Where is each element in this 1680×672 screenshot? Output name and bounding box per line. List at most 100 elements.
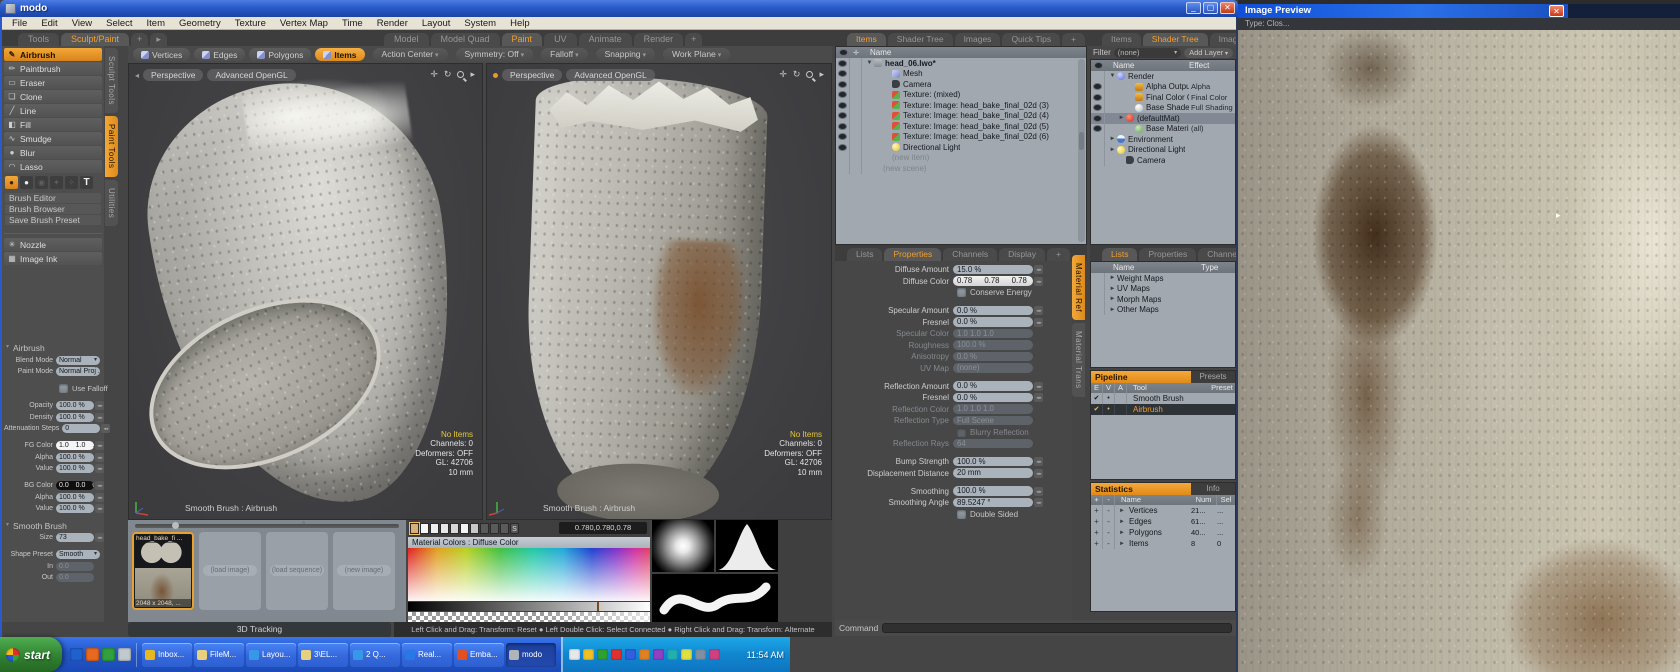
tool-nozzle[interactable]: Nozzle [4,238,102,251]
image-slot[interactable]: (new image) [333,532,395,610]
tab-display[interactable]: Display [999,248,1045,261]
rotate-icon[interactable]: ↻ [444,69,452,80]
item-row-texture-image-head-bake-final-02d-4[interactable]: Texture: Image: head_bake_final_02d (4) [836,111,1086,122]
field-specular-amount[interactable]: 0.0 % [953,306,1033,316]
item-row-head-06-lwo[interactable]: ▼head_06.lwo* [836,58,1086,69]
field-roughness[interactable]: 100.0 % [953,340,1033,350]
tool-fill[interactable]: Fill [4,118,102,131]
item-row-directional-light[interactable]: Directional Light [836,142,1086,153]
add-layer-button[interactable]: Add Layer [1184,48,1233,58]
menu-view[interactable]: View [65,18,99,29]
color-swatch[interactable] [500,523,509,534]
tool-lasso[interactable]: Lasso [4,160,102,173]
color-swatch[interactable] [440,523,449,534]
pipeline-row-smooth-brush[interactable]: ✔•Smooth Brush [1091,393,1235,404]
zoom-icon[interactable] [457,71,464,78]
expander-icon[interactable]: ▼ [1108,73,1117,79]
item-row-new-scene[interactable]: (new scene) [836,163,1086,174]
quick-launch-icon[interactable] [86,648,99,661]
viewport-projection[interactable]: Perspective [502,69,562,81]
field-attenuation-steps[interactable]: 0 [62,424,100,433]
tab-shader-tree[interactable]: Shader Tree [888,33,953,46]
tab-tools[interactable]: Tools [18,33,59,46]
tab-lists[interactable]: Lists [847,248,882,261]
thumbnail-size-slider[interactable] [135,524,399,528]
image-slot[interactable]: (load sequence) [266,532,328,610]
shader-row-base-shader[interactable]: Base ShaderFull Shading [1091,103,1235,114]
expander-icon[interactable]: ► [1115,519,1129,525]
field-bump-strength[interactable]: 100.0 % [953,457,1033,467]
brush-tip-round-icon[interactable] [20,176,33,189]
brush-tip-star2-icon[interactable] [65,176,78,189]
task-modo[interactable]: modo [506,643,556,667]
stone-mesh[interactable] [521,74,768,518]
preview-expand-icon[interactable] [1556,210,1561,221]
texture-preview-image[interactable] [1238,30,1680,672]
tab-model[interactable]: Model [384,33,429,46]
list-row-morph-maps[interactable]: ►Morph Maps [1091,294,1235,305]
field-smoothing-angle[interactable]: 89.5247 ° [953,498,1033,508]
menu-time[interactable]: Time [335,18,370,29]
swatch-store-button[interactable]: S [510,523,519,534]
remove-selection-button[interactable]: - [1103,505,1115,516]
visibility-eye-icon[interactable] [839,82,846,87]
tray-icon[interactable] [597,649,608,660]
stepper-attenuation-steps[interactable] [101,424,110,433]
field-diffuse-amount[interactable]: 15.0 % [953,265,1033,275]
field-displacement-distance[interactable]: 20 mm [953,468,1033,478]
color-swatch[interactable] [430,523,439,534]
visibility-eye-icon[interactable] [839,103,846,108]
field-fresnel[interactable]: 0.0 % [953,393,1033,403]
tab-items[interactable]: Items [1102,33,1141,46]
viewport-projection[interactable]: Perspective [143,69,203,81]
quick-launch-icon[interactable] [118,648,131,661]
shader-row-defaultmat[interactable]: ►(defaultMat) [1091,113,1235,124]
tool-eraser[interactable]: Eraser [4,76,102,89]
tray-icon[interactable] [709,649,720,660]
checkbox-conserve-energy[interactable] [957,288,966,297]
enable-check[interactable]: ✔ [1091,393,1103,404]
side-tab-material-ref[interactable]: Material Ref [1072,255,1085,320]
remove-selection-button[interactable]: - [1103,538,1115,549]
visible-dot[interactable]: • [1103,404,1115,415]
viewport-menu-icon[interactable]: ▸ [819,69,824,80]
remove-selection-button[interactable]: - [1103,527,1115,538]
layout-tab-add[interactable]: + [685,33,702,46]
stepper-specular-amount[interactable] [1034,306,1043,315]
brush-browser-button[interactable]: Brush Browser [5,204,101,214]
tab-animate[interactable]: Animate [579,33,632,46]
visibility-eye-icon[interactable] [839,124,846,129]
expander-icon[interactable]: ► [1115,541,1129,547]
stepper-diffuse-color[interactable] [1034,277,1043,286]
quick-launch-icon[interactable] [102,648,115,661]
expander-icon[interactable]: ► [1115,530,1129,536]
item-row-mesh[interactable]: Mesh [836,69,1086,80]
viewport-shading-mode[interactable]: Advanced OpenGL [566,69,654,81]
mode-polygons[interactable]: Polygons [249,48,311,61]
brush-tip-hard-icon[interactable] [5,176,18,189]
command-input[interactable] [882,623,1232,633]
tab-presets[interactable]: Presets [1191,371,1235,383]
shader-row-camera[interactable]: Camera [1091,155,1235,166]
remove-selection-button[interactable]: - [1103,516,1115,527]
save-brush-preset-button[interactable]: Save Brush Preset [5,215,101,225]
field-reflection-type[interactable]: Full Scene [953,416,1033,426]
visibility-eye-icon[interactable] [839,145,846,150]
stepper-reflection-amount[interactable] [1034,382,1043,391]
tray-icon[interactable] [611,649,622,660]
visibility-eye-icon[interactable] [1094,116,1101,121]
zoom-icon[interactable] [806,71,813,78]
visibility-eye-icon[interactable] [1094,105,1101,110]
scrollbar[interactable] [1078,59,1085,242]
expander-icon[interactable]: ► [1108,275,1117,281]
rotate-icon[interactable]: ↻ [793,69,801,80]
dropdown-action-center[interactable]: Action Center [373,48,448,61]
menu-item[interactable]: Item [140,18,172,29]
tab-paint[interactable]: Paint [502,33,543,46]
viewport-shading-mode[interactable]: Advanced OpenGL [207,69,295,81]
alpha-checker-bar[interactable] [408,612,650,622]
close-button[interactable]: ✕ [1220,2,1235,14]
shader-row-render[interactable]: ▼Render [1091,71,1235,82]
menu-texture[interactable]: Texture [228,18,273,29]
shader-row-base-material[interactable]: Base Material(all) [1091,124,1235,135]
